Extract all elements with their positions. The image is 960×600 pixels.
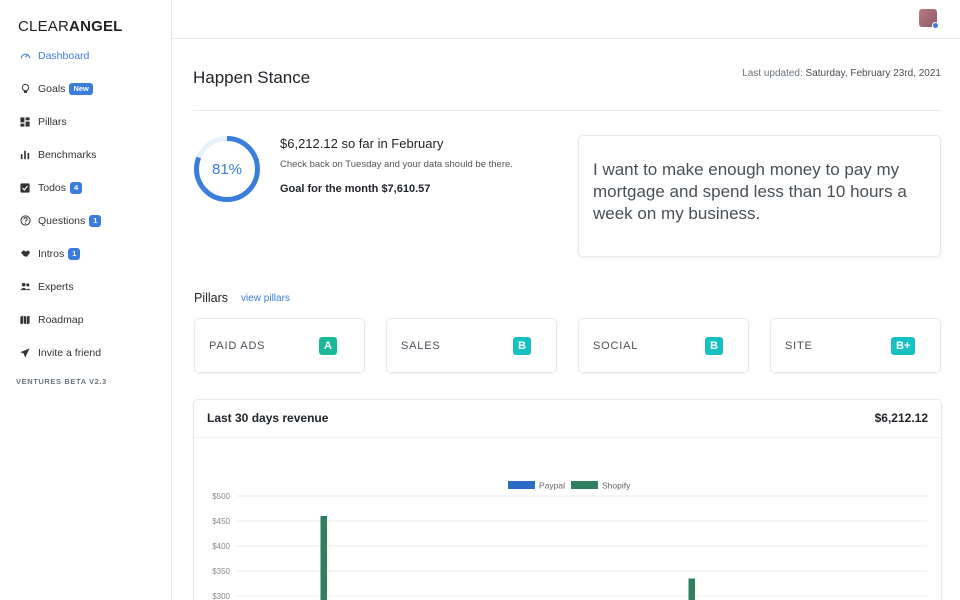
y-tick-label: $300	[212, 592, 230, 600]
send-icon	[19, 347, 31, 359]
legend-swatch-paypal	[508, 481, 535, 489]
progress-subtext: Check back on Tuesday and your data shou…	[280, 159, 513, 170]
handshake-icon	[19, 248, 31, 260]
sidebar-item-label: Dashboard	[38, 49, 90, 62]
legend-label-paypal: Paypal	[539, 481, 565, 491]
revenue-total: $6,212.12	[874, 411, 928, 425]
progress-headline: $6,212.12 so far in February	[280, 136, 444, 151]
pillar-grade-badge: B+	[891, 337, 916, 355]
version-label: VENTURES BETA V2.3	[16, 377, 107, 386]
pillar-name: SALES	[401, 340, 441, 352]
sidebar-item-roadmap[interactable]: Roadmap	[0, 303, 171, 336]
revenue-card-header: Last 30 days revenue $6,212.12	[194, 400, 941, 438]
pillars-heading: Pillars	[194, 291, 229, 305]
check-square-icon	[19, 182, 31, 194]
sidebar-item-todos[interactable]: Todos 4	[0, 171, 171, 204]
bar-shopify	[688, 578, 695, 600]
sidebar-item-label: Benchmarks	[38, 148, 97, 161]
last-updated-date: Saturday, February 23rd, 2021	[805, 68, 941, 79]
logo-part-angel: ANGEL	[69, 18, 123, 35]
lightbulb-icon	[19, 83, 31, 95]
sidebar-item-label: Todos	[38, 181, 67, 194]
pillar-name: SOCIAL	[593, 340, 639, 352]
sidebar-item-questions[interactable]: Questions 1	[0, 204, 171, 237]
sidebar-item-dashboard[interactable]: Dashboard	[0, 39, 171, 72]
question-circle-icon	[19, 215, 31, 227]
sidebar-item-invite-a-friend[interactable]: Invite a friend	[0, 336, 171, 369]
sidebar-item-experts[interactable]: Experts	[0, 270, 171, 303]
pillar-name: PAID ADS	[209, 340, 266, 352]
top-bar	[172, 0, 960, 39]
bar-chart-icon	[19, 149, 31, 161]
sidebar-nav: Dashboard Goals New Pillars Benchmarks Todos 4…	[0, 39, 171, 369]
sidebar-item-label: Questions	[38, 214, 86, 227]
logo[interactable]: CLEARANGEL	[18, 18, 123, 35]
sidebar-item-goals[interactable]: Goals New	[0, 72, 171, 105]
page-title: Happen Stance	[193, 68, 311, 87]
map-icon	[19, 314, 31, 326]
revenue-title: Last 30 days revenue	[207, 411, 329, 425]
legend-label-shopify: Shopify	[602, 481, 631, 491]
goal-statement-card: I want to make enough money to pay my mo…	[578, 135, 941, 257]
y-tick-label: $450	[212, 517, 230, 526]
sidebar-item-label: Experts	[38, 280, 74, 293]
pillar-card-sales[interactable]: SALES B	[386, 318, 557, 373]
bar-shopify	[320, 516, 327, 600]
sidebar-item-label: Goals	[38, 82, 66, 95]
last-updated: Last updated: Saturday, February 23rd, 2…	[742, 68, 941, 79]
revenue-card: Last 30 days revenue $6,212.12 Paypal Sho…	[193, 399, 942, 600]
grid-icon	[19, 116, 31, 128]
pillar-grade-badge: A	[319, 337, 337, 355]
sidebar-item-label: Pillars	[38, 115, 67, 128]
header-divider	[193, 110, 941, 111]
y-tick-label: $350	[212, 567, 230, 576]
pillar-card-paid-ads[interactable]: PAID ADS A	[194, 318, 365, 373]
pillar-card-site[interactable]: SITE B+	[770, 318, 941, 373]
progress-percent: 81%	[211, 160, 243, 178]
sidebar: CLEARANGEL Dashboard Goals New Pillars Bench…	[0, 0, 172, 600]
y-tick-label: $400	[212, 542, 230, 551]
sidebar-item-pillars[interactable]: Pillars	[0, 105, 171, 138]
sidebar-item-benchmarks[interactable]: Benchmarks	[0, 138, 171, 171]
pillar-name: SITE	[785, 340, 813, 352]
sidebar-item-intros[interactable]: Intros 1	[0, 237, 171, 270]
gauge-icon	[19, 50, 31, 62]
y-tick-label: $500	[212, 492, 230, 501]
pillar-grade-badge: B	[705, 337, 723, 355]
sidebar-item-badge: 4	[70, 181, 83, 194]
sidebar-item-label: Invite a friend	[38, 346, 102, 359]
pillar-card-social[interactable]: SOCIAL B	[578, 318, 749, 373]
online-status-dot	[932, 22, 939, 29]
last-updated-label: Last updated:	[742, 68, 803, 79]
revenue-chart: Paypal Shopify $500 $450 $400 $350 $300	[212, 481, 927, 600]
view-pillars-link[interactable]: view pillars	[241, 293, 290, 304]
pillar-grade-badge: B	[513, 337, 531, 355]
logo-part-clear: CLEAR	[18, 18, 70, 35]
sidebar-item-label: Intros	[38, 247, 65, 260]
monthly-goal: Goal for the month $7,610.57	[280, 183, 431, 195]
sidebar-item-badge: 1	[89, 214, 102, 227]
sidebar-item-label: Roadmap	[38, 313, 84, 326]
sidebar-item-badge: 1	[68, 247, 81, 260]
legend-swatch-shopify	[571, 481, 598, 489]
users-icon	[19, 281, 31, 293]
sidebar-item-badge: New	[69, 82, 93, 95]
